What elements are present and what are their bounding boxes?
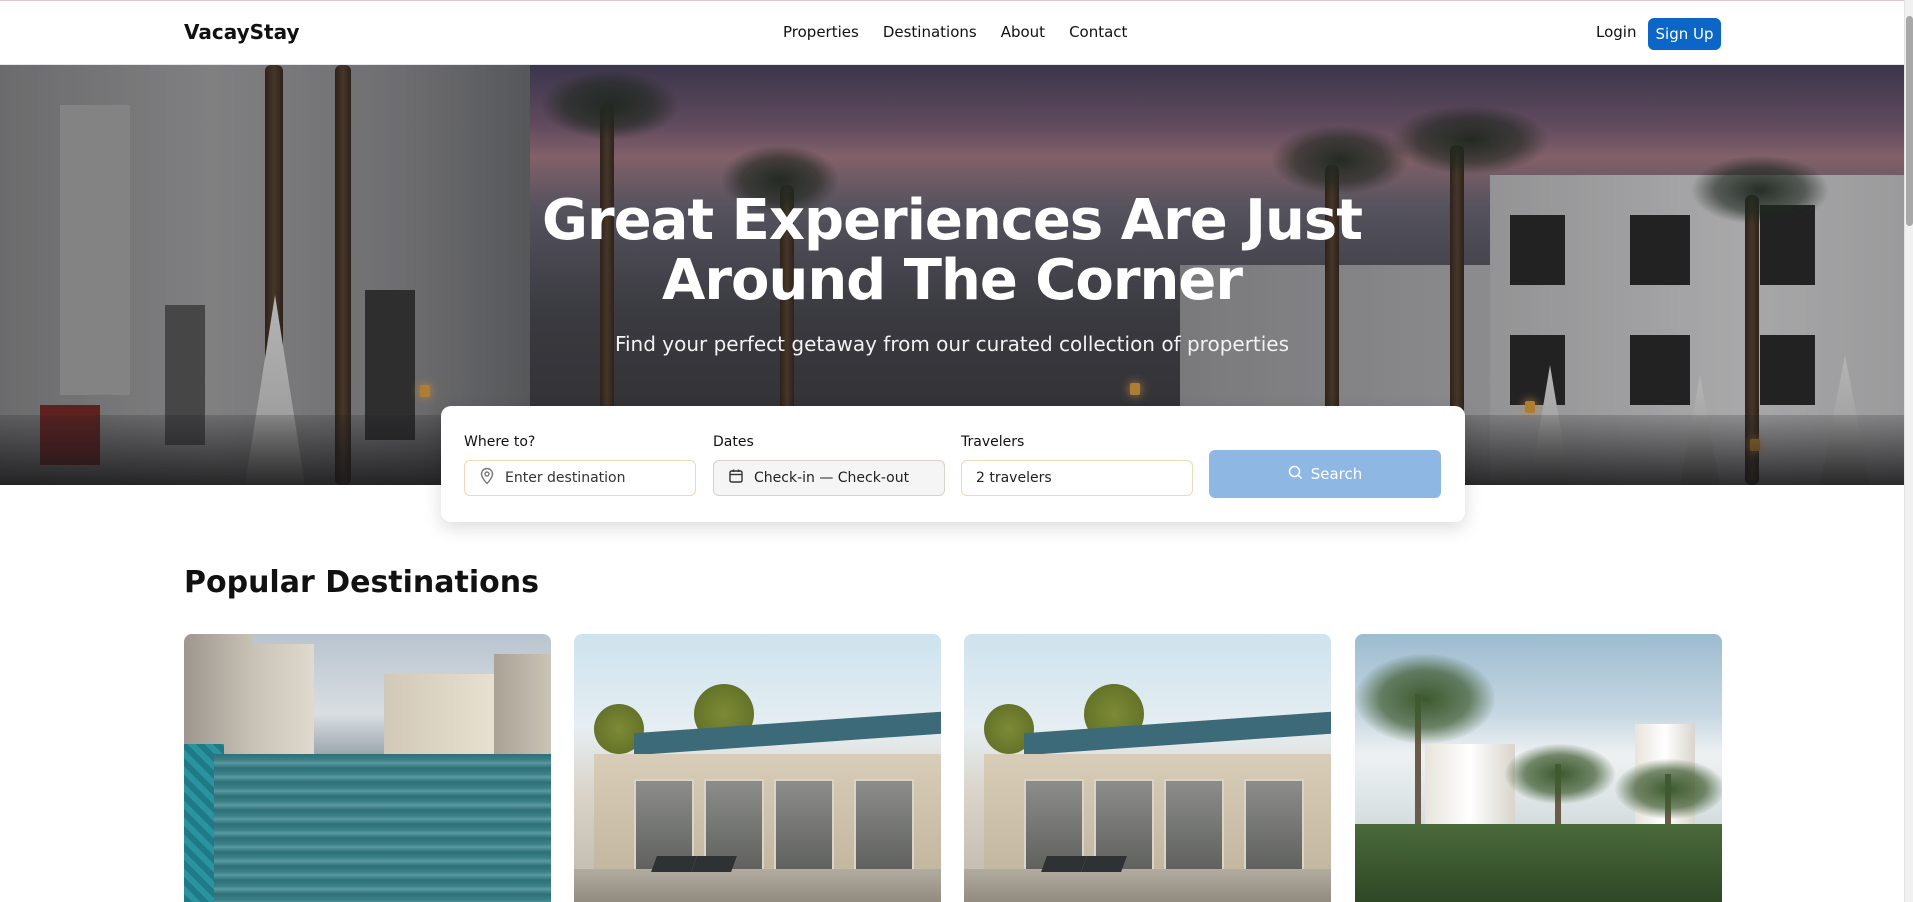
calendar-icon <box>728 468 744 488</box>
destination-card-4[interactable] <box>1355 634 1722 902</box>
destination-input[interactable]: Enter destination <box>464 460 696 496</box>
travelers-field: Travelers 2 travelers <box>961 434 1193 496</box>
nav-link-contact[interactable]: Contact <box>1069 23 1127 41</box>
page-scrollbar[interactable] <box>1904 0 1913 902</box>
where-field: Where to? Enter destination <box>464 434 696 496</box>
search-button[interactable]: Search <box>1209 450 1441 498</box>
map-pin-icon <box>479 467 495 489</box>
hero-title-line-1: Great Experiences Are Just <box>542 188 1363 253</box>
scrollbar-thumb[interactable] <box>1906 16 1913 226</box>
nav-link-properties[interactable]: Properties <box>783 23 859 41</box>
search-button-label: Search <box>1310 465 1363 483</box>
brand-logo[interactable]: VacayStay <box>184 20 300 44</box>
destination-placeholder: Enter destination <box>505 470 626 486</box>
dates-label: Dates <box>713 434 754 450</box>
dates-input[interactable]: Check-in — Check-out <box>713 460 945 496</box>
nav-link-about[interactable]: About <box>1001 23 1045 41</box>
search-panel: Where to? Enter destination Dates Check-… <box>441 406 1465 522</box>
destination-card-2[interactable] <box>574 634 941 902</box>
navbar: VacayStay Properties Destinations About … <box>0 1 1904 65</box>
travelers-select[interactable]: 2 travelers <box>961 460 1193 496</box>
nav-link-destinations[interactable]: Destinations <box>883 23 977 41</box>
travelers-label: Travelers <box>961 434 1025 450</box>
destination-card-3[interactable] <box>964 634 1331 902</box>
travelers-value: 2 travelers <box>976 470 1052 486</box>
where-label: Where to? <box>464 434 536 450</box>
nav-links: Properties Destinations About Contact <box>783 23 1127 41</box>
popular-destinations-title: Popular Destinations <box>184 565 539 600</box>
search-icon <box>1288 465 1303 484</box>
signup-button[interactable]: Sign Up <box>1648 18 1721 50</box>
hero-title-line-2: Around The Corner <box>662 248 1243 313</box>
hero-title: Great Experiences Are Just Around The Co… <box>0 191 1904 311</box>
dates-field: Dates Check-in — Check-out <box>713 434 945 496</box>
login-link[interactable]: Login <box>1596 23 1636 41</box>
dates-value: Check-in — Check-out <box>754 470 910 486</box>
hero-subtitle: Find your perfect getaway from our curat… <box>614 332 1290 356</box>
destination-card-1[interactable] <box>184 634 551 902</box>
